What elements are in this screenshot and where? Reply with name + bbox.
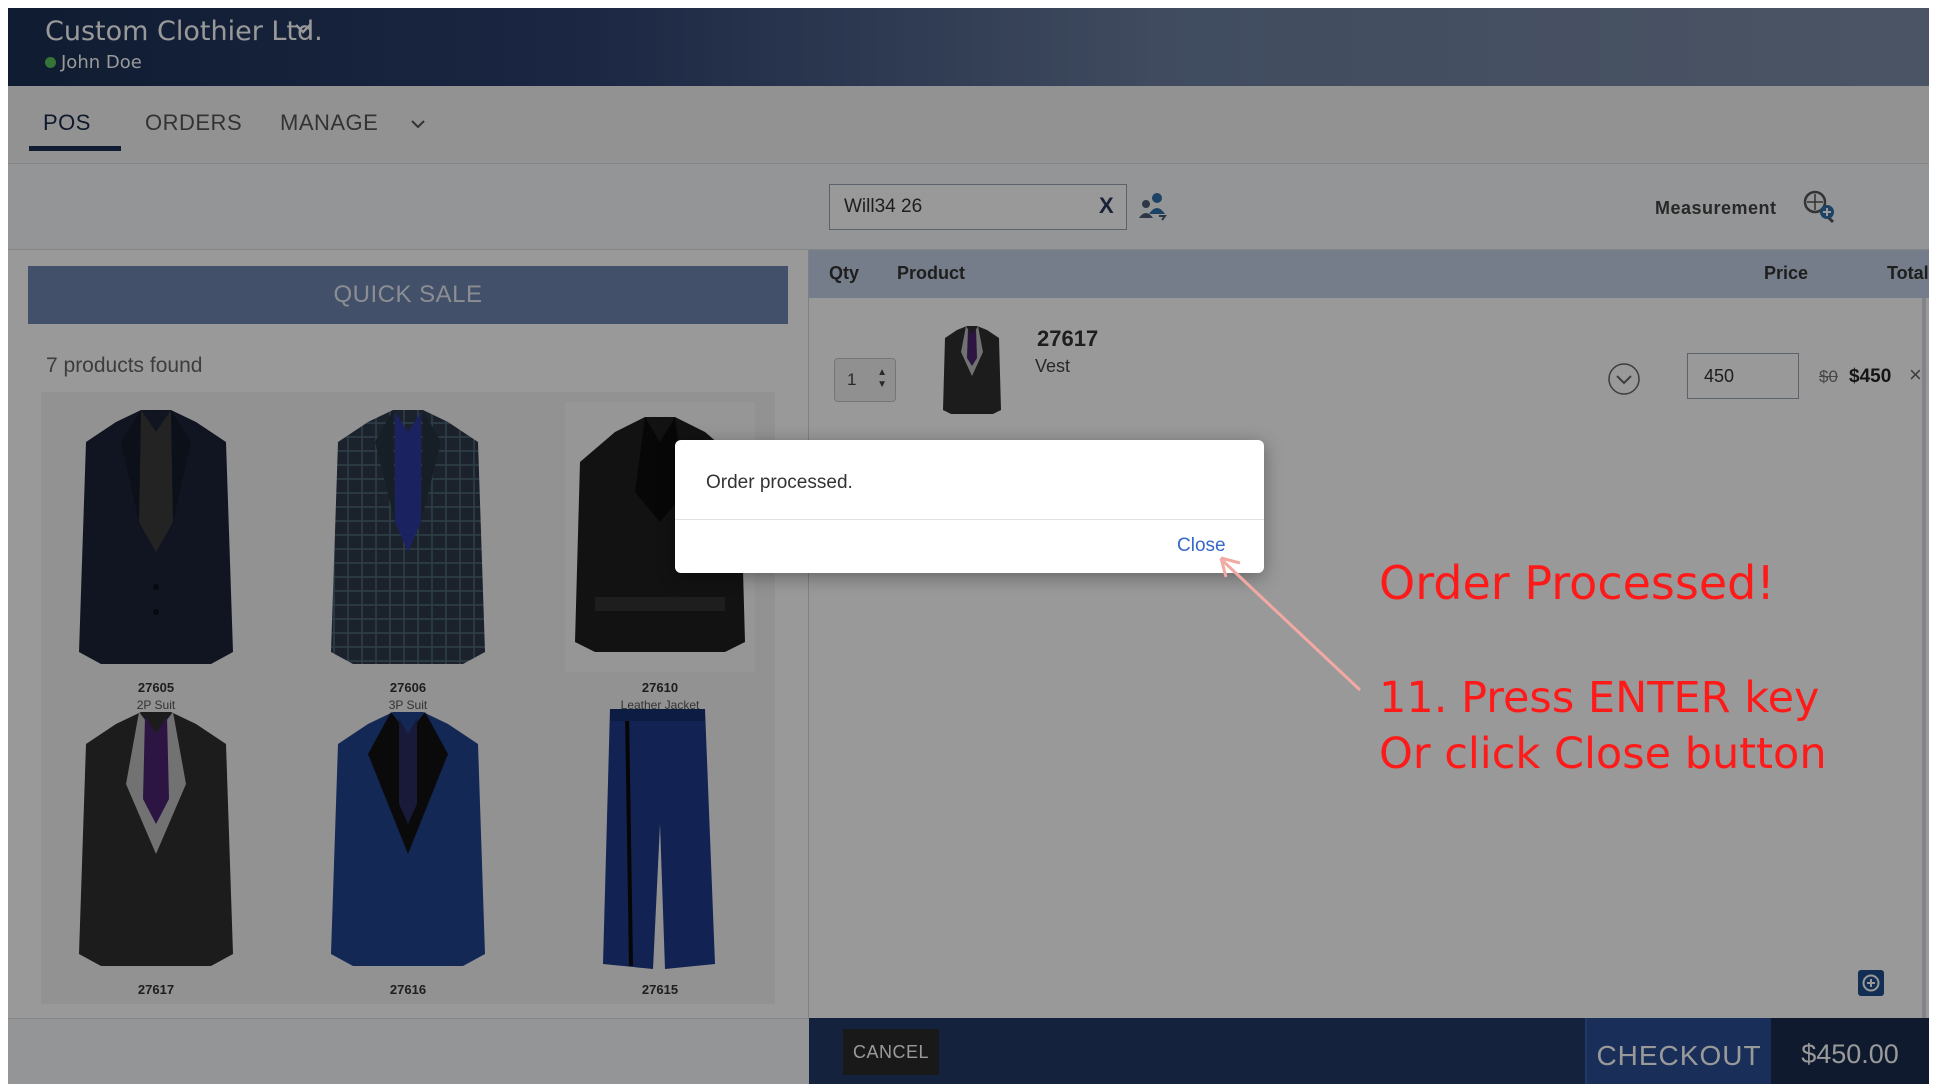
dialog-divider <box>675 519 1264 520</box>
annotation-step: 11. Press ENTER key Or click Close butto… <box>1379 670 1827 782</box>
order-processed-dialog: Order processed. Close <box>675 440 1264 573</box>
dialog-message: Order processed. <box>706 472 853 493</box>
step-line-2: Or click Close button <box>1379 729 1827 779</box>
step-number: 11. <box>1379 673 1448 723</box>
pos-app: Custom Clothier Ltd. John Doe POS ORDERS… <box>8 8 1929 1084</box>
annotation-title: Order Processed! <box>1379 556 1775 610</box>
close-button[interactable]: Close <box>1177 535 1226 557</box>
step-line-1: Press ENTER key <box>1461 673 1820 723</box>
